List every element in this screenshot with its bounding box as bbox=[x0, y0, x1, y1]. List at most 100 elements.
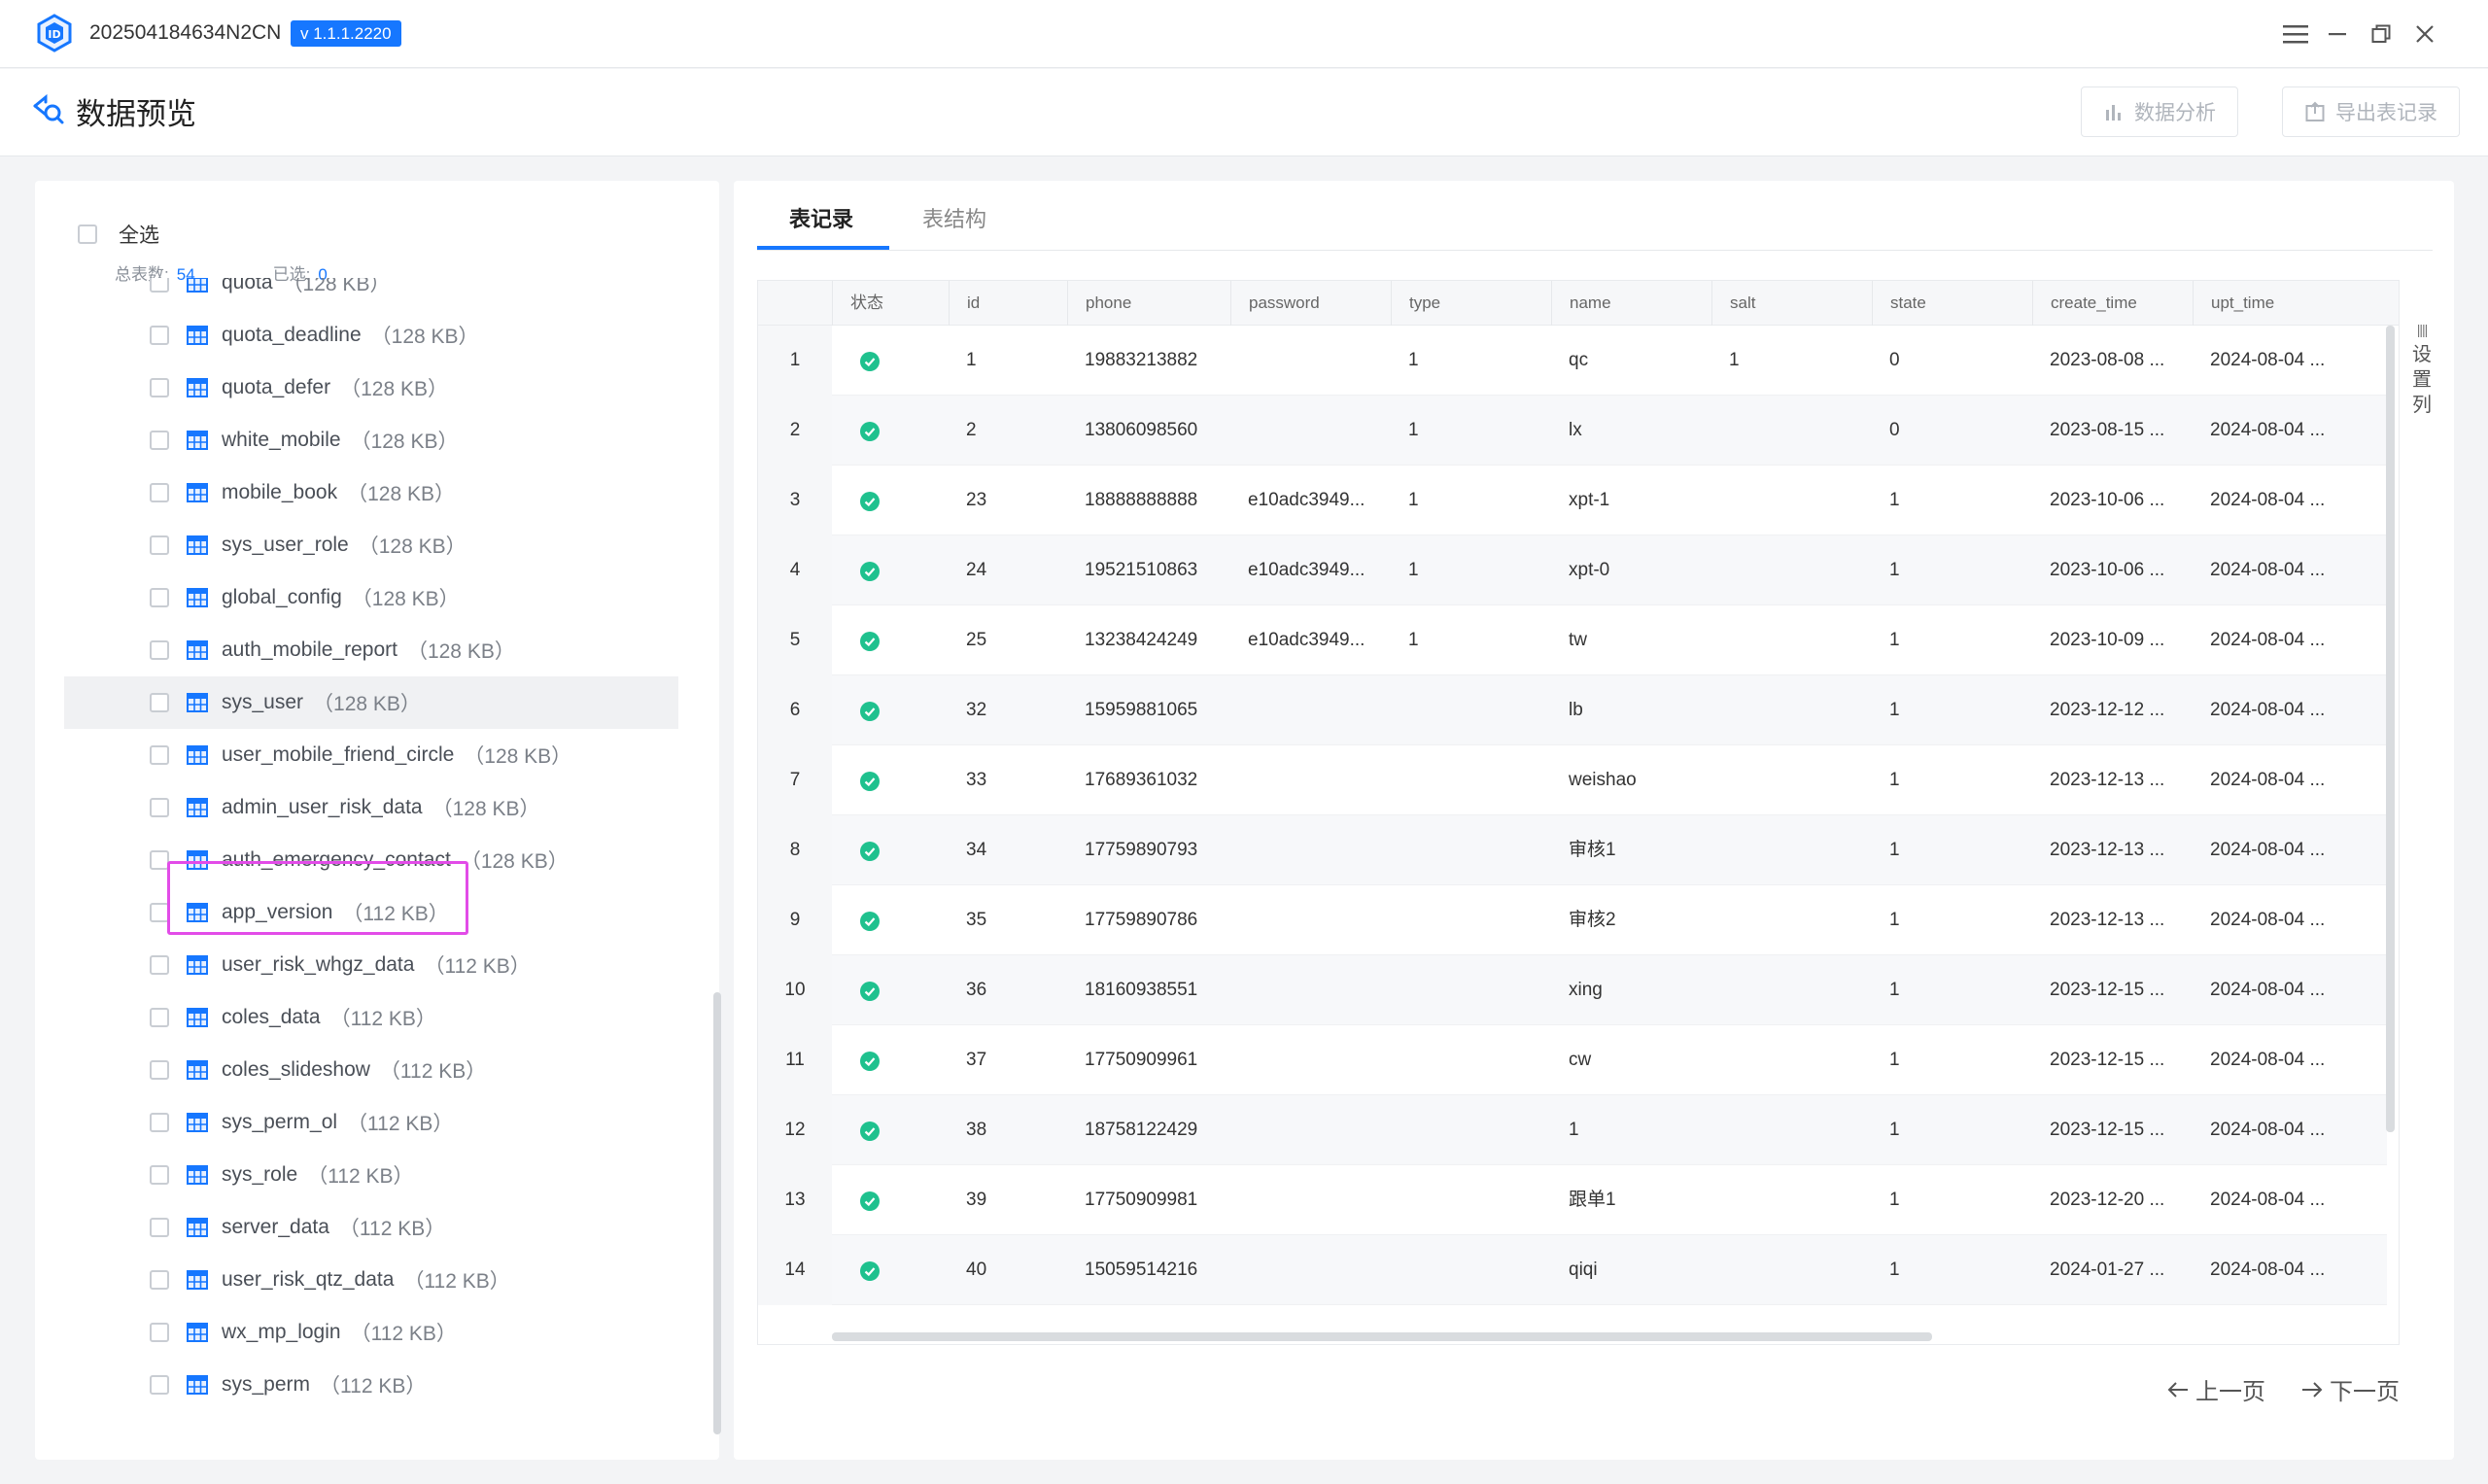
table-item-sys-perm[interactable]: sys_perm （112 KB） bbox=[64, 1359, 678, 1411]
version-badge: v 1.1.1.2220 bbox=[291, 20, 401, 47]
table-item-checkbox[interactable] bbox=[150, 955, 169, 975]
table-item-server-data[interactable]: server_data （112 KB） bbox=[64, 1201, 678, 1254]
table-item-white-mobile[interactable]: white_mobile （128 KB） bbox=[64, 414, 678, 466]
cell-upt-time: 2024-08-04 ... bbox=[2210, 980, 2326, 1000]
table-item-checkbox[interactable] bbox=[150, 1060, 169, 1080]
table-item-global-config[interactable]: global_config （128 KB） bbox=[64, 571, 678, 624]
table-item-checkbox[interactable] bbox=[150, 431, 169, 450]
table-item-quota-defer[interactable]: quota_defer （128 KB） bbox=[64, 362, 678, 414]
table-item-user-mobile-friend-circle[interactable]: user_mobile_friend_circle （128 KB） bbox=[64, 729, 678, 781]
table-row[interactable]: 6 32 15959881065 lb 1 2023-12-12 ... 2024-08-0… bbox=[758, 675, 2387, 745]
table-item-app-version[interactable]: app_version （112 KB） bbox=[64, 886, 678, 939]
table-item-checkbox[interactable] bbox=[150, 535, 169, 555]
table-item-auth-mobile-report[interactable]: auth_mobile_report （128 KB） bbox=[64, 624, 678, 676]
menu-icon[interactable] bbox=[2279, 17, 2312, 51]
prev-page-button[interactable]: 上一页 bbox=[2166, 1372, 2265, 1406]
table-icon bbox=[187, 431, 208, 450]
table-row[interactable]: 3 23 18888888888 e10adc3949... 1 xpt-1 1 2023-1… bbox=[758, 466, 2387, 535]
table-row[interactable]: 9 35 17759890786 审核2 1 2023-12-13 ... 2024-08-… bbox=[758, 885, 2387, 955]
restore-icon[interactable] bbox=[2365, 17, 2398, 51]
table-item-admin-user-risk-data[interactable]: admin_user_risk_data （128 KB） bbox=[64, 781, 678, 834]
cell-name: 审核2 bbox=[1569, 910, 1616, 930]
table-item-checkbox[interactable] bbox=[150, 1323, 169, 1342]
table-item-checkbox[interactable] bbox=[150, 483, 169, 502]
select-all-checkbox[interactable] bbox=[78, 224, 97, 244]
table-row[interactable]: 10 36 18160938551 xing 1 2023-12-15 ... 2024-0… bbox=[758, 955, 2387, 1025]
table-item-mobile-book[interactable]: mobile_book （128 KB） bbox=[64, 466, 678, 519]
cell-salt bbox=[1711, 605, 1872, 675]
table-icon bbox=[187, 798, 208, 817]
table-item-name: sys_user bbox=[222, 691, 304, 713]
table-item-user-risk-qtz-data[interactable]: user_risk_qtz_data （112 KB） bbox=[64, 1254, 678, 1306]
column-header-create-time[interactable]: create_time bbox=[2032, 281, 2193, 326]
column-header-name[interactable]: name bbox=[1551, 281, 1711, 326]
table-item-checkbox[interactable] bbox=[150, 1218, 169, 1237]
tab-records[interactable]: 表记录 bbox=[789, 202, 853, 233]
table-row[interactable]: 8 34 17759890793 审核1 1 2023-12-13 ... 2024-08-… bbox=[758, 815, 2387, 885]
table-horizontal-scrollbar[interactable] bbox=[832, 1332, 1932, 1341]
column-header-salt[interactable]: salt bbox=[1711, 281, 1872, 326]
table-item-checkbox[interactable] bbox=[150, 903, 169, 922]
table-row[interactable]: 14 40 15059514216 qiqi 1 2024-01-27 ... 2024-0… bbox=[758, 1235, 2387, 1305]
table-item-checkbox[interactable] bbox=[150, 798, 169, 817]
column-header-phone[interactable]: phone bbox=[1067, 281, 1230, 326]
column-header-upt-time[interactable]: upt_time bbox=[2193, 281, 2387, 326]
table-item-checkbox[interactable] bbox=[150, 1270, 169, 1290]
table-item-checkbox[interactable] bbox=[150, 693, 169, 712]
table-item-checkbox[interactable] bbox=[150, 588, 169, 607]
table-list-panel: 全选 总表数: 54 已选: 0 quota （128 KB） quota_deadli… bbox=[35, 181, 721, 1460]
table-item-sys-perm-ol[interactable]: sys_perm_ol （112 KB） bbox=[64, 1096, 678, 1149]
table-item-checkbox[interactable] bbox=[150, 745, 169, 765]
status-ok-icon bbox=[860, 1122, 880, 1141]
column-header-password[interactable]: password bbox=[1230, 281, 1391, 326]
table-item-checkbox[interactable] bbox=[150, 326, 169, 345]
table-row[interactable]: 2 2 13806098560 1 lx 0 2023-08-15 ... 2024-08-0… bbox=[758, 396, 2387, 466]
table-row[interactable]: 12 38 18758122429 1 1 2023-12-15 ... 2024-08-0… bbox=[758, 1095, 2387, 1165]
cell-state: 0 bbox=[1889, 350, 1900, 370]
set-columns-button[interactable]: |||| 设 置 列 bbox=[2407, 317, 2436, 418]
tab-structure[interactable]: 表结构 bbox=[922, 202, 986, 233]
table-item-size: （112 KB） bbox=[320, 1375, 427, 1398]
table-item-checkbox[interactable] bbox=[150, 850, 169, 870]
table-item-sys-user-role[interactable]: sys_user_role （128 KB） bbox=[64, 519, 678, 571]
table-row[interactable]: 5 25 13238424249 e10adc3949... 1 tw 1 2023-10-0… bbox=[758, 605, 2387, 675]
table-row[interactable]: 13 39 17750909981 跟单1 1 2023-12-20 ... 2024-08… bbox=[758, 1165, 2387, 1235]
table-item-coles-data[interactable]: coles_data （112 KB） bbox=[64, 991, 678, 1044]
cell-id: 35 bbox=[966, 910, 987, 930]
table-item-quota-deadline[interactable]: quota_deadline （128 KB） bbox=[64, 309, 678, 362]
table-row[interactable]: 1 1 19883213882 1 qc 1 0 2023-08-08 ... 2024-08-… bbox=[758, 326, 2387, 396]
table-item-sys-role[interactable]: sys_role （112 KB） bbox=[64, 1149, 678, 1201]
export-records-button[interactable]: 导出表记录 bbox=[2282, 86, 2460, 137]
table-item-checkbox[interactable] bbox=[150, 1008, 169, 1027]
table-item-user-risk-whgz-data[interactable]: user_risk_whgz_data （112 KB） bbox=[64, 939, 678, 991]
table-item-checkbox[interactable] bbox=[150, 378, 169, 397]
cell-password bbox=[1230, 885, 1391, 955]
column-header-type[interactable]: type bbox=[1391, 281, 1551, 326]
table-item-quota[interactable]: quota （128 KB） bbox=[64, 278, 678, 309]
table-item-coles-slideshow[interactable]: coles_slideshow （112 KB） bbox=[64, 1044, 678, 1096]
column-header-status[interactable]: 状态 bbox=[832, 281, 949, 326]
table-item-checkbox[interactable] bbox=[150, 1165, 169, 1185]
table-header: 状态 id phone password type name salt state create… bbox=[758, 281, 2399, 326]
next-page-button[interactable]: 下一页 bbox=[2300, 1372, 2400, 1406]
table-item-sys-user[interactable]: sys_user （128 KB） bbox=[64, 676, 678, 729]
table-icon bbox=[187, 1113, 208, 1132]
minimize-icon[interactable] bbox=[2321, 17, 2354, 51]
table-item-wx-mp-login[interactable]: wx_mp_login （112 KB） bbox=[64, 1306, 678, 1359]
tree-scrollbar[interactable] bbox=[713, 992, 721, 1434]
table-item-checkbox[interactable] bbox=[150, 1113, 169, 1132]
table-row[interactable]: 7 33 17689361032 weishao 1 2023-12-13 ... 2024… bbox=[758, 745, 2387, 815]
close-icon[interactable] bbox=[2408, 17, 2441, 51]
table-item-checkbox[interactable] bbox=[150, 1375, 169, 1395]
table-item-checkbox[interactable] bbox=[150, 278, 169, 293]
table-item-auth-emergency-contact[interactable]: auth_emergency_contact （128 KB） bbox=[64, 834, 678, 886]
table-item-checkbox[interactable] bbox=[150, 640, 169, 660]
cell-state: 1 bbox=[1889, 1260, 1900, 1280]
column-header-id[interactable]: id bbox=[949, 281, 1067, 326]
table-row[interactable]: 11 37 17750909961 cw 1 2023-12-15 ... 2024-08-… bbox=[758, 1025, 2387, 1095]
table-vertical-scrollbar[interactable] bbox=[2386, 326, 2395, 1132]
column-header-state[interactable]: state bbox=[1872, 281, 2032, 326]
table-row[interactable]: 4 24 19521510863 e10adc3949... 1 xpt-0 1 2023-1… bbox=[758, 535, 2387, 605]
select-all[interactable]: 全选 bbox=[78, 220, 159, 249]
data-analysis-button[interactable]: 数据分析 bbox=[2081, 86, 2238, 137]
